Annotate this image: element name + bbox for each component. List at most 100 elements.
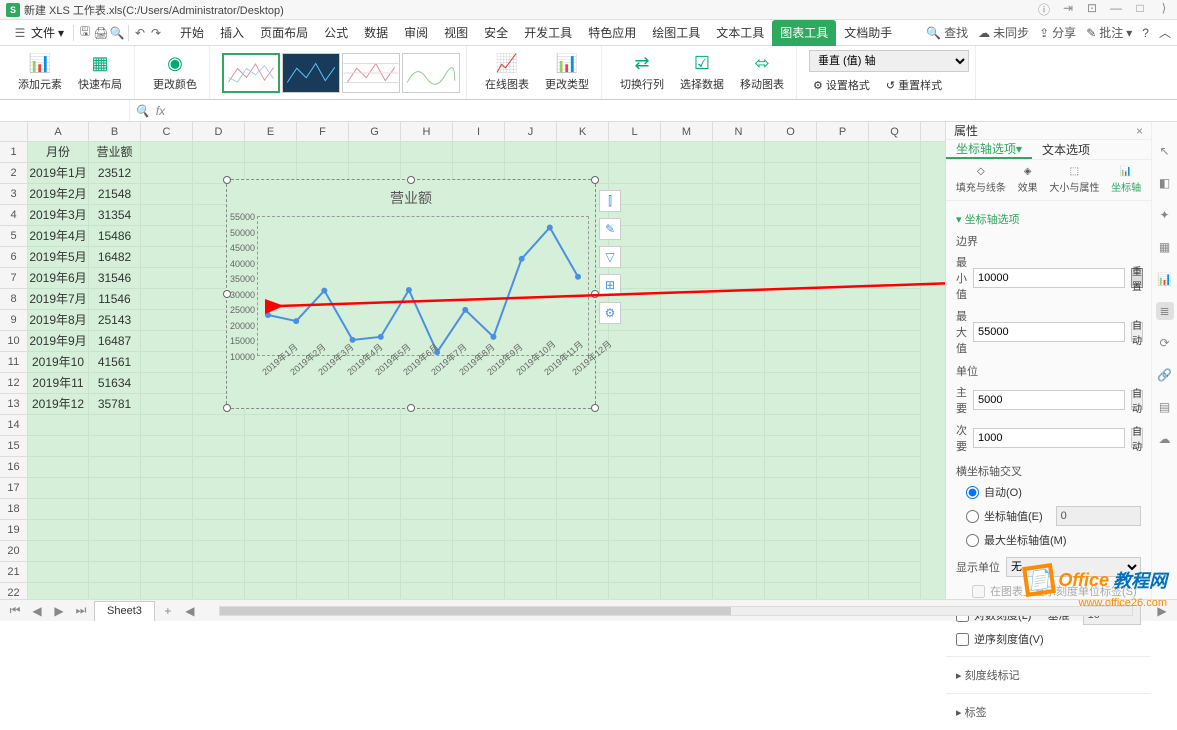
cell[interactable]	[89, 583, 141, 599]
cell[interactable]: 16482	[89, 247, 141, 268]
chart-settings-icon[interactable]: ⚙	[599, 302, 621, 324]
cell[interactable]	[28, 499, 89, 520]
cell[interactable]	[245, 142, 297, 163]
cell[interactable]	[869, 520, 921, 541]
cell[interactable]	[817, 226, 869, 247]
col-G[interactable]: G	[349, 122, 401, 141]
cell[interactable]	[869, 352, 921, 373]
col-L[interactable]: L	[609, 122, 661, 141]
col-B[interactable]: B	[89, 122, 141, 141]
tab-dochelper[interactable]: 文档助手	[836, 20, 900, 46]
cell[interactable]	[609, 520, 661, 541]
cell[interactable]	[713, 310, 765, 331]
cell[interactable]	[557, 520, 609, 541]
cross-auto-radio[interactable]: 自动(O)	[956, 481, 1141, 503]
cell[interactable]	[28, 583, 89, 599]
cell[interactable]	[869, 562, 921, 583]
row-header[interactable]: 10	[0, 331, 28, 352]
cell[interactable]	[713, 373, 765, 394]
radio[interactable]	[966, 486, 979, 499]
row-header[interactable]: 14	[0, 415, 28, 436]
name-box[interactable]	[0, 100, 130, 121]
cell[interactable]	[713, 394, 765, 415]
tab-feature[interactable]: 特色应用	[580, 20, 644, 46]
cell[interactable]	[505, 478, 557, 499]
axis-selector[interactable]: 垂直 (值) 轴	[809, 50, 969, 72]
major-input[interactable]	[973, 390, 1125, 410]
cell[interactable]	[141, 415, 193, 436]
cell[interactable]	[89, 562, 141, 583]
cell[interactable]	[505, 541, 557, 562]
quick-layout-button[interactable]: ▦快速布局	[72, 51, 128, 94]
cell[interactable]	[869, 499, 921, 520]
cell[interactable]	[141, 310, 193, 331]
cell[interactable]	[193, 541, 245, 562]
cell[interactable]	[141, 562, 193, 583]
collapse-icon[interactable]: ︿	[1159, 24, 1171, 41]
cell[interactable]	[817, 373, 869, 394]
gallery-icon[interactable]: ▤	[1156, 398, 1174, 416]
cell[interactable]: 月份	[28, 142, 89, 163]
scroll-thumb[interactable]	[220, 607, 731, 615]
select-data-button[interactable]: ☑选择数据	[674, 51, 730, 94]
tab-insert[interactable]: 插入	[212, 20, 252, 46]
share-link[interactable]: ⇪分享	[1039, 24, 1076, 41]
cell[interactable]	[141, 184, 193, 205]
cell[interactable]	[505, 562, 557, 583]
cell[interactable]	[89, 499, 141, 520]
cell[interactable]: 15486	[89, 226, 141, 247]
cell[interactable]	[765, 457, 817, 478]
cell[interactable]	[661, 310, 713, 331]
resize-handle[interactable]	[407, 176, 415, 184]
row-header[interactable]: 7	[0, 268, 28, 289]
cell[interactable]	[245, 562, 297, 583]
cell[interactable]	[141, 478, 193, 499]
cell[interactable]	[28, 457, 89, 478]
cell[interactable]	[453, 583, 505, 599]
cell[interactable]	[505, 415, 557, 436]
cell[interactable]	[297, 541, 349, 562]
cell[interactable]: 23512	[89, 163, 141, 184]
reset-style-button[interactable]: ↺重置样式	[882, 75, 946, 95]
tab-texttools[interactable]: 文本工具	[708, 20, 772, 46]
print-icon[interactable]: 🖨	[93, 25, 109, 41]
set-format-button[interactable]: ⚙设置格式	[809, 75, 874, 95]
section-axis-options[interactable]: ▾ 坐标轴选项	[956, 207, 1141, 231]
chart-style-icon[interactable]: ✎	[599, 218, 621, 240]
chart-plot-area[interactable]: 1000015000200002500030000350004000045000…	[257, 216, 589, 356]
cell[interactable]	[817, 457, 869, 478]
col-H[interactable]: H	[401, 122, 453, 141]
cell[interactable]	[661, 583, 713, 599]
info-icon[interactable]: ⓘ	[1037, 1, 1051, 18]
cell[interactable]	[297, 499, 349, 520]
cell[interactable]	[609, 394, 661, 415]
cell[interactable]	[245, 583, 297, 599]
cell[interactable]	[765, 163, 817, 184]
chart-data-icon[interactable]: ⊞	[599, 274, 621, 296]
col-I[interactable]: I	[453, 122, 505, 141]
formula-input[interactable]	[170, 100, 1177, 121]
cell[interactable]	[505, 583, 557, 599]
cell[interactable]	[609, 352, 661, 373]
fx-icon[interactable]: fx	[156, 104, 165, 118]
col-E[interactable]: E	[245, 122, 297, 141]
cell[interactable]	[141, 247, 193, 268]
cell[interactable]	[713, 184, 765, 205]
cloud-sidebar-icon[interactable]: ☁	[1156, 430, 1174, 448]
cell[interactable]	[817, 520, 869, 541]
cell[interactable]	[141, 499, 193, 520]
cell[interactable]	[193, 499, 245, 520]
cell[interactable]	[765, 394, 817, 415]
cell[interactable]	[141, 394, 193, 415]
cell[interactable]	[661, 562, 713, 583]
cell[interactable]	[713, 352, 765, 373]
sheet-nav-prev[interactable]: ◀	[28, 604, 46, 618]
cell[interactable]	[765, 268, 817, 289]
cell[interactable]	[713, 268, 765, 289]
cell[interactable]	[869, 457, 921, 478]
cell[interactable]	[765, 583, 817, 599]
row-header[interactable]: 4	[0, 205, 28, 226]
cell[interactable]	[869, 289, 921, 310]
cell[interactable]	[89, 541, 141, 562]
min-reset-button[interactable]: 重置	[1131, 268, 1143, 288]
